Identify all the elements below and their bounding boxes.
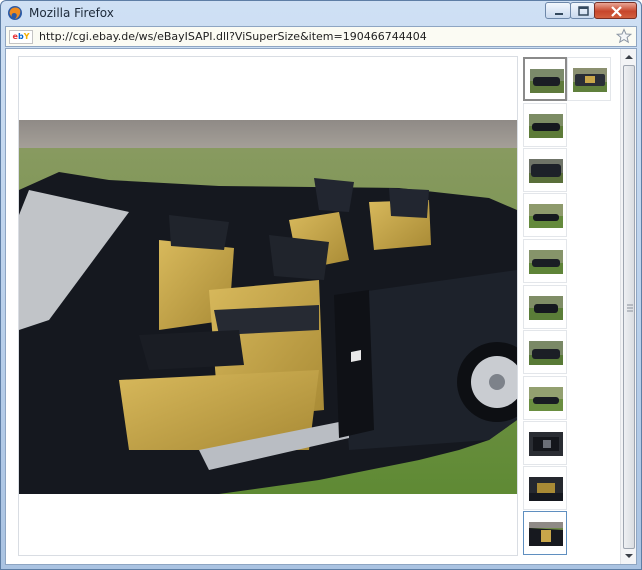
scrollbar-thumb[interactable]	[623, 65, 635, 549]
thumbnail-7-image	[529, 296, 563, 320]
title-bar[interactable]: Mozilla Firefox	[1, 1, 641, 25]
url-text[interactable]: http://cgi.ebay.de/ws/eBayISAPI.dll?ViSu…	[39, 30, 427, 43]
thumbnail-6-image	[529, 250, 563, 274]
browser-window: Mozilla Firefox ebY http://cgi.ebay.de/w…	[0, 0, 642, 570]
scroll-up-icon[interactable]	[622, 50, 636, 64]
minimize-icon	[555, 13, 563, 15]
thumbnail-10[interactable]	[523, 421, 567, 465]
thumbnail-7[interactable]	[523, 285, 567, 329]
thumbnail-12[interactable]	[523, 511, 567, 555]
thumbnail-1[interactable]	[523, 57, 567, 101]
window-title: Mozilla Firefox	[29, 6, 114, 20]
thumbnail-4-image	[529, 159, 563, 183]
thumbnail-12-image	[529, 522, 563, 546]
thumbnail-6[interactable]	[523, 239, 567, 283]
car-interior-photo[interactable]	[19, 120, 517, 494]
thumbnail-2-image	[573, 68, 607, 92]
thumbnail-11-image	[529, 477, 563, 501]
thumbnail-5-image	[529, 204, 563, 228]
close-button[interactable]	[594, 2, 637, 19]
thumbnail-5[interactable]	[523, 193, 567, 237]
minimize-button[interactable]	[545, 2, 571, 19]
thumbnail-8-image	[529, 341, 563, 365]
maximize-icon	[578, 6, 589, 16]
thumbnail-3[interactable]	[523, 103, 567, 147]
page-content	[5, 48, 637, 565]
thumbnail-10-image	[529, 432, 563, 456]
star-icon[interactable]	[616, 28, 632, 44]
main-image-frame	[18, 56, 518, 556]
thumbnail-1-image	[530, 69, 564, 93]
thumbnail-8[interactable]	[523, 330, 567, 374]
thumbnail-2[interactable]	[567, 57, 611, 101]
scrollbar-grip-icon	[627, 304, 633, 312]
scroll-down-icon[interactable]	[622, 549, 636, 563]
maximize-button[interactable]	[570, 2, 595, 19]
ebay-favicon: ebY	[9, 30, 33, 44]
close-icon	[611, 6, 622, 17]
thumbnail-4[interactable]	[523, 148, 567, 192]
firefox-icon	[8, 6, 22, 20]
thumbnail-11[interactable]	[523, 466, 567, 510]
thumbnail-3-image	[529, 114, 563, 138]
thumbnail-9-image	[529, 387, 563, 411]
thumbnail-9[interactable]	[523, 376, 567, 420]
address-bar[interactable]: ebY http://cgi.ebay.de/ws/eBayISAPI.dll?…	[5, 26, 637, 47]
vertical-scrollbar[interactable]	[620, 49, 636, 564]
